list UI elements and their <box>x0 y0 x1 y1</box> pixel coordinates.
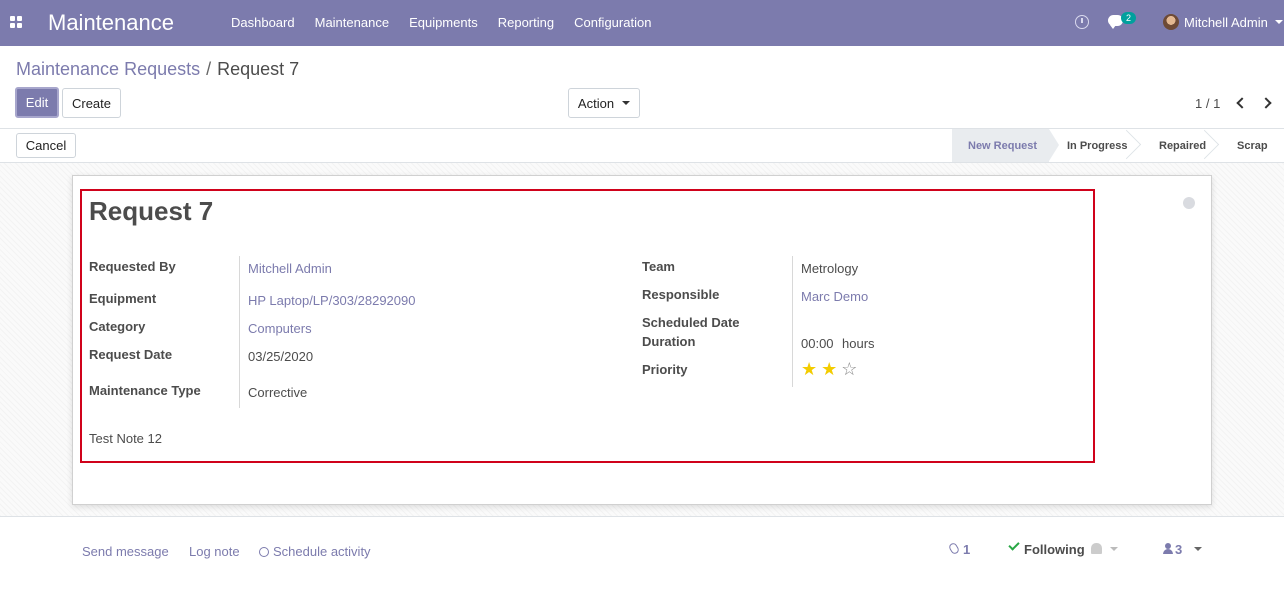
menu-dashboard[interactable]: Dashboard <box>231 15 295 30</box>
activity-clock-icon[interactable] <box>1075 15 1089 29</box>
menu-maintenance[interactable]: Maintenance <box>315 15 389 30</box>
chatter: Send message Log note Schedule activity … <box>0 518 1284 589</box>
breadcrumb-current: Request 7 <box>217 59 300 79</box>
caret-down-icon[interactable] <box>1275 20 1283 24</box>
highlight-box <box>80 189 1095 463</box>
messages-badge: 2 <box>1121 12 1137 24</box>
paperclip-icon[interactable] <box>947 541 961 556</box>
stage-label: New Request <box>968 139 1038 152</box>
equipment-label: Equipment <box>89 291 157 306</box>
attachment-count[interactable]: 1 <box>963 542 970 557</box>
create-button[interactable]: Create <box>62 88 121 118</box>
priority-label: Priority <box>642 362 688 377</box>
user-menu-name[interactable]: Mitchell Admin <box>1184 15 1268 30</box>
edit-button[interactable]: Edit <box>15 87 59 118</box>
duration-label: Duration <box>642 334 696 349</box>
duration-field: 00:00 <box>801 336 834 351</box>
menu-equipments[interactable]: Equipments <box>409 15 478 30</box>
caret-down-icon <box>622 101 631 105</box>
top-navbar: Maintenance Dashboard Maintenance Equipm… <box>0 0 1284 46</box>
maintenance-type-field: Corrective <box>248 385 308 400</box>
scheduled-date-label: Scheduled Date <box>642 315 740 330</box>
app-title[interactable]: Maintenance <box>48 10 174 36</box>
followers-icon[interactable] <box>1163 543 1173 554</box>
star-empty-icon[interactable]: ☆ <box>841 360 857 378</box>
create-label: Create <box>71 95 112 111</box>
responsible-label: Responsible <box>642 287 720 302</box>
requested-by-label: Requested By <box>89 259 176 274</box>
maintenance-type-label: Maintenance Type <box>89 383 201 398</box>
followers-count[interactable]: 3 <box>1175 542 1182 557</box>
team-label: Team <box>642 259 675 274</box>
cancel-button[interactable]: Cancel <box>16 133 76 158</box>
stage-label: In Progress <box>1067 139 1128 152</box>
following-button[interactable]: Following <box>1024 542 1085 557</box>
clock-icon <box>259 547 269 557</box>
avatar[interactable] <box>1163 14 1179 30</box>
duration-unit: hours <box>842 336 875 351</box>
cancel-label: Cancel <box>25 138 67 153</box>
action-button[interactable]: Action <box>568 88 640 118</box>
category-field[interactable]: Computers <box>248 321 312 336</box>
breadcrumb-parent[interactable]: Maintenance Requests <box>16 59 200 79</box>
field-divider <box>792 256 793 387</box>
check-icon <box>1008 539 1020 551</box>
pager-value[interactable]: 1 / 1 <box>1195 96 1220 111</box>
menu-reporting[interactable]: Reporting <box>498 15 554 30</box>
star-filled-icon[interactable]: ★ <box>801 360 817 378</box>
bell-icon[interactable] <box>1091 543 1102 554</box>
breadcrumb: Maintenance Requests / Request 7 <box>16 59 299 80</box>
breadcrumb-separator: / <box>206 59 212 79</box>
caret-down-icon[interactable] <box>1110 547 1118 551</box>
kanban-state-icon[interactable] <box>1183 197 1195 209</box>
schedule-activity-button[interactable]: Schedule activity <box>259 544 371 559</box>
requested-by-field[interactable]: Mitchell Admin <box>248 261 332 276</box>
schedule-activity-label: Schedule activity <box>273 544 371 559</box>
stage-in-progress[interactable]: In Progress <box>1049 129 1138 162</box>
caret-down-icon[interactable] <box>1194 547 1202 551</box>
apps-menu-icon[interactable] <box>10 16 22 28</box>
stage-scrap[interactable]: Scrap <box>1216 129 1284 162</box>
send-message-button[interactable]: Send message <box>82 544 169 559</box>
action-label: Action <box>577 95 615 111</box>
stage-label: Scrap <box>1237 139 1268 152</box>
request-date-label: Request Date <box>89 347 173 362</box>
priority-widget: ★ ★ ☆ <box>801 360 857 378</box>
pager-next-icon[interactable] <box>1260 97 1272 109</box>
team-field: Metrology <box>801 261 859 276</box>
stage-repaired[interactable]: Repaired <box>1138 129 1216 162</box>
category-label: Category <box>89 319 146 334</box>
stage-new-request[interactable]: New Request <box>952 129 1059 162</box>
menu-configuration[interactable]: Configuration <box>574 15 651 30</box>
pager-previous-icon[interactable] <box>1236 97 1248 109</box>
stage-pipeline: New Request In Progress Repaired Scrap <box>952 129 1284 162</box>
record-title: Request 7 <box>89 196 214 226</box>
main-menu: Dashboard Maintenance Equipments Reporti… <box>231 15 651 30</box>
star-filled-icon[interactable]: ★ <box>821 360 837 378</box>
responsible-field[interactable]: Marc Demo <box>801 289 868 304</box>
description-note: Test Note 12 <box>89 431 162 446</box>
statusbar: Cancel New Request In Progress Repaired … <box>0 128 1284 163</box>
log-note-button[interactable]: Log note <box>189 544 240 559</box>
equipment-field[interactable]: HP Laptop/LP/303/28292090 <box>248 293 415 308</box>
field-divider <box>239 256 240 408</box>
stage-label: Repaired <box>1159 139 1207 152</box>
request-date-field: 03/25/2020 <box>248 349 314 364</box>
